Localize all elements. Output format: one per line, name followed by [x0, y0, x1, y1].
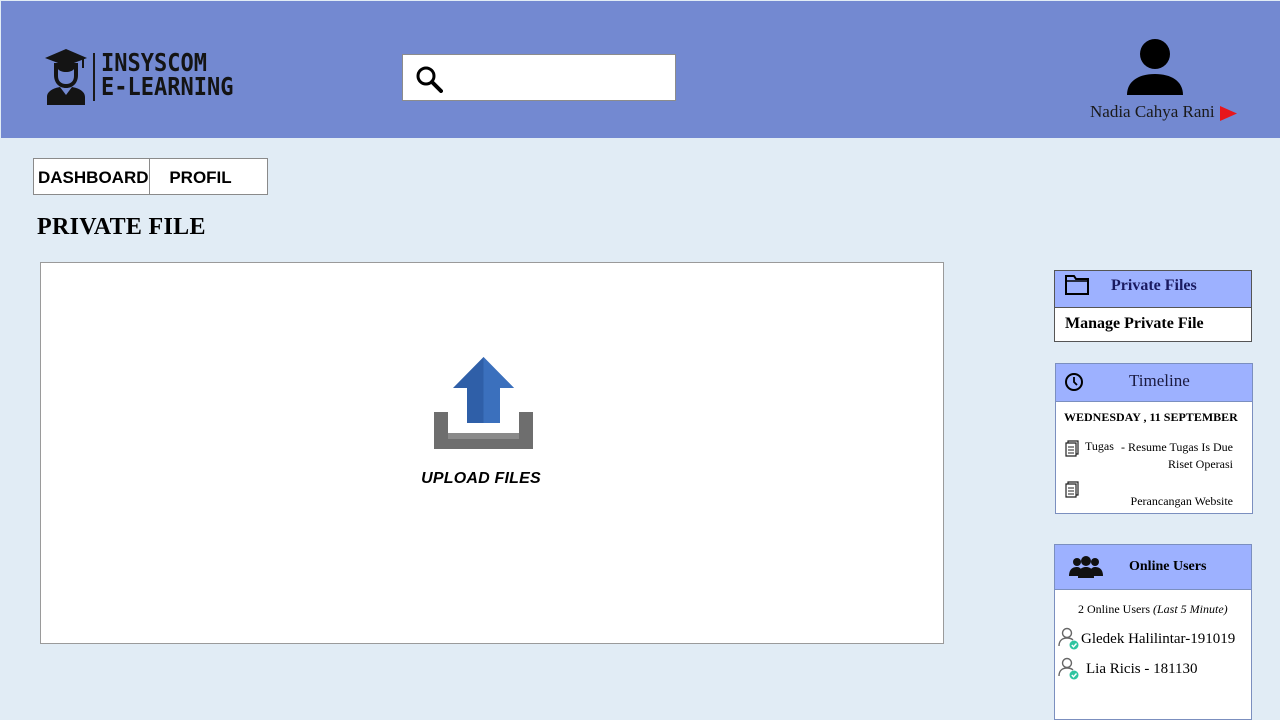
- upload-label[interactable]: UPLOAD FILES: [381, 470, 581, 488]
- timeline-title: Timeline: [1129, 371, 1190, 390]
- timeline-event-type[interactable]: Tugas: [1085, 439, 1114, 454]
- folder-icon: [1065, 275, 1089, 295]
- user-menu-arrow-icon[interactable]: [1220, 106, 1237, 121]
- online-user-name[interactable]: Lia Ricis - 181130: [1086, 661, 1198, 678]
- manage-private-file-link[interactable]: Manage Private File: [1065, 315, 1204, 333]
- app-logo-text: INSYSCOM E-LEARNING: [101, 50, 234, 101]
- timeline-header: Timeline: [1056, 364, 1252, 402]
- private-files-card: Private Files Manage Private File: [1054, 270, 1252, 342]
- online-user-icon: [1058, 657, 1079, 680]
- top-header: INSYSCOM E-LEARNING Nadia Cahya Rani: [1, 1, 1280, 138]
- private-files-header: Private Files: [1055, 271, 1251, 308]
- online-users-title: Online Users: [1129, 559, 1207, 574]
- online-users-card: Online Users 2 Online Users (Last 5 Minu…: [1054, 544, 1252, 720]
- timeline-event-description[interactable]: - Resume Tugas Is Due Riset Operasi: [1121, 439, 1233, 473]
- page-title: PRIVATE FILE: [37, 214, 206, 240]
- avatar-icon[interactable]: [1127, 39, 1183, 97]
- upload-icon[interactable]: [434, 357, 533, 449]
- online-users-count: 2 Online Users: [1078, 602, 1150, 616]
- timeline-event-line: - Resume Tugas Is Due: [1121, 440, 1234, 454]
- timeline-card: Timeline WEDNESDAY , 11 SEPTEMBER Tugas …: [1055, 363, 1253, 514]
- search-box[interactable]: [402, 54, 676, 101]
- online-users-summary: 2 Online Users (Last 5 Minute): [1078, 602, 1228, 617]
- graduate-logo-icon: [45, 49, 87, 105]
- timeline-event-description[interactable]: Perancangan Website: [1131, 494, 1233, 509]
- online-users-header: Online Users: [1055, 545, 1251, 590]
- logo-line-2: E-LEARNING: [101, 72, 234, 101]
- users-group-icon: [1069, 556, 1103, 578]
- tab-profil[interactable]: PROFIL: [150, 159, 267, 194]
- document-icon: [1065, 440, 1079, 457]
- upload-dropzone[interactable]: UPLOAD FILES: [40, 262, 944, 644]
- tab-dashboard[interactable]: DASHBOARD: [34, 159, 150, 194]
- online-user-icon: [1058, 627, 1079, 650]
- search-input[interactable]: [451, 63, 665, 93]
- search-icon[interactable]: [415, 65, 443, 93]
- document-icon: [1065, 481, 1079, 498]
- user-name[interactable]: Nadia Cahya Rani: [1090, 102, 1215, 122]
- online-user-name[interactable]: Gledek Halilintar-191019: [1081, 631, 1235, 648]
- logo-divider: [93, 53, 95, 101]
- private-files-title: Private Files: [1111, 277, 1197, 294]
- clock-icon: [1065, 373, 1083, 391]
- timeline-date: WEDNESDAY , 11 SEPTEMBER: [1064, 410, 1238, 424]
- online-users-window: (Last 5 Minute): [1153, 602, 1228, 616]
- main-nav: DASHBOARD PROFIL: [33, 158, 268, 195]
- timeline-event-line: Riset Operasi: [1168, 457, 1233, 471]
